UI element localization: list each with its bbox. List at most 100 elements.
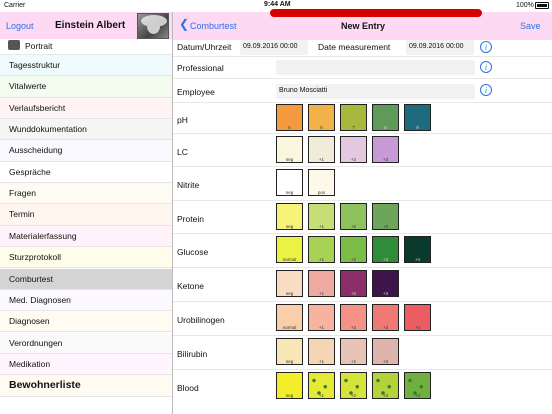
sidebar-item-label: Gespräche <box>9 166 51 177</box>
sidebar-item-label: Comburtest <box>9 273 53 284</box>
test-swatch[interactable]: +2 <box>340 270 367 297</box>
test-swatch[interactable]: +3 <box>372 338 399 365</box>
test-swatch[interactable]: +1 <box>308 372 335 399</box>
test-swatch[interactable]: +2 <box>340 338 367 365</box>
sidebar-item-label: Verordnungen <box>9 337 63 348</box>
test-swatch[interactable]: +1 <box>308 304 335 331</box>
test-label: Bilirubin <box>177 349 208 359</box>
swatch-label: 8 <box>384 125 387 130</box>
sidebar-item[interactable]: Wunddokumentation <box>0 119 172 141</box>
swatch-label: neg <box>285 224 294 229</box>
info-icon[interactable]: i <box>480 41 492 53</box>
test-swatch[interactable]: +3 <box>372 372 399 399</box>
info-icon[interactable]: i <box>480 84 492 96</box>
test-swatch[interactable]: +4 <box>404 372 431 399</box>
test-label: Blood <box>177 383 199 393</box>
sidebar-item[interactable]: Diagnosen <box>0 311 172 333</box>
sidebar-item[interactable]: Verlaufsbericht <box>0 97 172 119</box>
sidebar-item[interactable]: Fragen <box>0 183 172 205</box>
test-swatch[interactable]: +3 <box>372 236 399 263</box>
sidebar-item[interactable]: Gespräche <box>0 161 172 184</box>
test-swatch[interactable]: normal <box>276 304 303 331</box>
sidebar-item[interactable]: Termin <box>0 204 172 226</box>
test-swatch[interactable]: +1 <box>308 136 335 163</box>
test-swatch[interactable]: +3 <box>372 270 399 297</box>
chevron-left-icon[interactable]: ❮ <box>179 17 189 31</box>
test-swatch[interactable]: 9 <box>404 104 431 131</box>
sidebar-item-label: Ausscheidung <box>9 145 63 156</box>
swatch-label: 6 <box>320 125 323 130</box>
sidebar-item-label: Vitalwerte <box>9 81 47 92</box>
sidebar-item[interactable]: Ausscheidung <box>0 140 172 162</box>
divider <box>173 335 552 336</box>
swatch-label: +3 <box>382 359 389 364</box>
test-swatch[interactable]: 8 <box>372 104 399 131</box>
employee-field[interactable]: Bruno Mosciatti <box>276 84 475 99</box>
sidebar-item[interactable]: Medikation <box>0 353 172 376</box>
portrait-icon <box>8 40 20 50</box>
test-swatch[interactable]: neg <box>276 136 303 163</box>
test-swatch[interactable]: neg <box>276 203 303 230</box>
sidebar-item-label: Bewohnerliste <box>9 379 81 392</box>
test-swatch[interactable]: +2 <box>340 203 367 230</box>
logout-button[interactable]: Logout <box>6 21 34 31</box>
test-swatch[interactable]: +1 <box>308 236 335 263</box>
divider <box>173 166 552 167</box>
test-swatch[interactable]: +3 <box>372 136 399 163</box>
sidebar-item[interactable]: Materialerfassung <box>0 225 172 248</box>
clock: 9:44 AM <box>264 1 291 8</box>
test-swatch[interactable]: 6 <box>308 104 335 131</box>
sidebar-item[interactable]: Comburtest <box>0 268 172 290</box>
test-swatch[interactable]: neg <box>276 372 303 399</box>
swatch-label: +1 <box>318 393 325 398</box>
sidebar-item[interactable]: Sturzprotokoll <box>0 247 172 269</box>
swatch-label: +1 <box>318 359 325 364</box>
test-swatch[interactable]: +4 <box>404 236 431 263</box>
swatch-label: +1 <box>318 291 325 296</box>
test-swatch[interactable]: +3 <box>372 203 399 230</box>
info-icon[interactable]: i <box>480 61 492 73</box>
divider <box>173 267 552 268</box>
back-button[interactable]: Comburtest <box>190 21 237 31</box>
test-swatch[interactable]: 5 <box>276 104 303 131</box>
measurement-field[interactable]: 09.09.2016 00:00 <box>406 40 474 55</box>
professional-field[interactable] <box>276 60 475 75</box>
test-swatch[interactable]: +4 <box>404 304 431 331</box>
test-swatch[interactable]: +3 <box>372 304 399 331</box>
test-swatch[interactable]: neg <box>276 270 303 297</box>
divider <box>173 369 552 370</box>
swatch-label: +2 <box>350 291 357 296</box>
test-swatch[interactable]: +1 <box>308 338 335 365</box>
test-swatch[interactable]: neg <box>276 169 303 196</box>
sidebar-item[interactable]: Bewohnerliste <box>0 375 172 397</box>
test-swatch[interactable]: +1 <box>308 203 335 230</box>
swatch-label: neg <box>285 393 294 398</box>
test-swatch[interactable]: +2 <box>340 372 367 399</box>
sidebar-item[interactable]: Vitalwerte <box>0 76 172 98</box>
test-swatch[interactable]: normal <box>276 236 303 263</box>
sidebar-item[interactable]: Verordnungen <box>0 332 172 354</box>
sidebar-item[interactable]: Med. Diagnosen <box>0 289 172 312</box>
swatch-label: +3 <box>382 325 389 330</box>
save-button[interactable]: Save <box>520 21 541 31</box>
datum-label: Datum/Uhrzeit <box>177 42 232 52</box>
test-swatch[interactable]: +1 <box>308 270 335 297</box>
divider <box>173 301 552 302</box>
datum-field[interactable]: 09.09.2016 00:00 <box>240 40 308 55</box>
test-swatch[interactable]: pos <box>308 169 335 196</box>
divider <box>173 56 552 57</box>
swatch-label: +3 <box>382 157 389 162</box>
test-swatch[interactable]: +2 <box>340 304 367 331</box>
sidebar-item[interactable]: Tagesstruktur <box>0 55 172 77</box>
test-label: pH <box>177 115 188 125</box>
test-swatch[interactable]: 7 <box>340 104 367 131</box>
swatch-label: +4 <box>414 325 421 330</box>
test-swatch[interactable]: +2 <box>340 236 367 263</box>
swatch-label: neg <box>285 190 294 195</box>
test-swatch[interactable]: neg <box>276 338 303 365</box>
sidebar-item-label: Diagnosen <box>9 316 50 327</box>
swatch-label: +1 <box>318 224 325 229</box>
battery-percent: 100% <box>516 2 534 9</box>
swatch-label: +3 <box>382 224 389 229</box>
test-swatch[interactable]: +2 <box>340 136 367 163</box>
